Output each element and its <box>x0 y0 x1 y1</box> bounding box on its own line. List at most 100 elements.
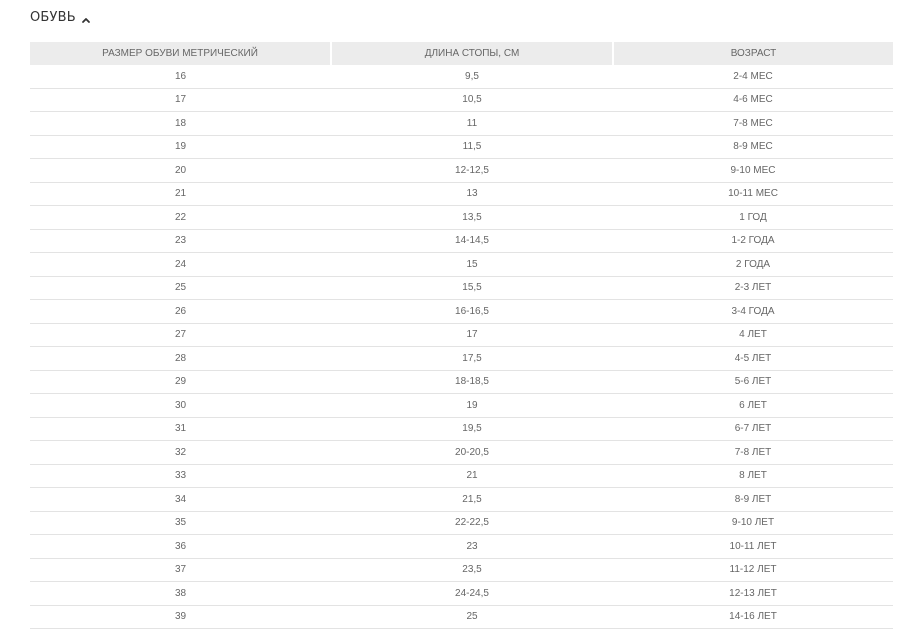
cell-foot-length: 11,5 <box>331 135 613 159</box>
cell-foot-length: 22-22,5 <box>331 511 613 535</box>
table-row: 35 22-22,5 9-10 ЛЕТ <box>30 511 893 535</box>
cell-age: 8-9 ЛЕТ <box>613 487 893 512</box>
table-row: 38 24-24,5 12-13 ЛЕТ <box>30 581 893 606</box>
section-title: ОБУВЬ <box>30 9 76 25</box>
table-header-row: РАЗМЕР ОБУВИ МЕТРИЧЕСКИЙ ДЛИНА СТОПЫ, СМ… <box>30 42 893 65</box>
cell-foot-length: 23,5 <box>331 558 613 582</box>
table-row: 33 21 8 ЛЕТ <box>30 464 893 488</box>
cell-age: 12-13 ЛЕТ <box>613 581 893 606</box>
cell-foot-length: 18-18,5 <box>331 370 613 394</box>
cell-age: 3-4 ГОДА <box>613 299 893 324</box>
cell-age: 8-9 МЕС <box>613 135 893 159</box>
cell-size: 31 <box>30 417 331 441</box>
table-row: 23 14-14,5 1-2 ГОДА <box>30 229 893 253</box>
table-row: 21 13 10-11 МЕС <box>30 182 893 206</box>
cell-age: 7-8 МЕС <box>613 111 893 136</box>
cell-size: 21 <box>30 182 331 206</box>
cell-age: 1-2 ГОДА <box>613 229 893 253</box>
table-row: 39 25 14-16 ЛЕТ <box>30 605 893 629</box>
cell-age: 10-11 ЛЕТ <box>613 534 893 559</box>
cell-foot-length: 15,5 <box>331 276 613 300</box>
cell-size: 30 <box>30 393 331 418</box>
cell-foot-length: 13,5 <box>331 205 613 230</box>
table-row: 19 11,5 8-9 МЕС <box>30 135 893 159</box>
cell-age: 5-6 ЛЕТ <box>613 370 893 394</box>
cell-age: 4 ЛЕТ <box>613 323 893 347</box>
cell-size: 16 <box>30 65 331 89</box>
cell-size: 39 <box>30 605 331 629</box>
cell-foot-length: 21 <box>331 464 613 488</box>
table-row: 28 17,5 4-5 ЛЕТ <box>30 346 893 371</box>
table-row: 32 20-20,5 7-8 ЛЕТ <box>30 440 893 465</box>
table-row: 20 12-12,5 9-10 МЕС <box>30 158 893 183</box>
cell-foot-length: 15 <box>331 252 613 277</box>
cell-size: 35 <box>30 511 331 535</box>
column-header-age: ВОЗРАСТ <box>613 42 893 65</box>
table-row: 37 23,5 11-12 ЛЕТ <box>30 558 893 582</box>
table-row: 17 10,5 4-6 МЕС <box>30 88 893 112</box>
cell-size: 33 <box>30 464 331 488</box>
cell-age: 9-10 МЕС <box>613 158 893 183</box>
cell-foot-length: 20-20,5 <box>331 440 613 465</box>
cell-age: 11-12 ЛЕТ <box>613 558 893 582</box>
chevron-up-icon[interactable] <box>81 12 91 23</box>
table-row: 26 16-16,5 3-4 ГОДА <box>30 299 893 324</box>
cell-age: 2-3 ЛЕТ <box>613 276 893 300</box>
cell-age: 2-4 МЕС <box>613 65 893 89</box>
table-row: 34 21,5 8-9 ЛЕТ <box>30 487 893 512</box>
table-row: 31 19,5 6-7 ЛЕТ <box>30 417 893 441</box>
cell-foot-length: 24-24,5 <box>331 581 613 606</box>
cell-foot-length: 21,5 <box>331 487 613 512</box>
table-row: 25 15,5 2-3 ЛЕТ <box>30 276 893 300</box>
table-row: 16 9,5 2-4 МЕС <box>30 65 893 89</box>
cell-age: 4-6 МЕС <box>613 88 893 112</box>
cell-foot-length: 13 <box>331 182 613 206</box>
cell-size: 38 <box>30 581 331 606</box>
cell-age: 6-7 ЛЕТ <box>613 417 893 441</box>
cell-foot-length: 11 <box>331 111 613 136</box>
cell-size: 29 <box>30 370 331 394</box>
table-row: 18 11 7-8 МЕС <box>30 111 893 136</box>
cell-size: 25 <box>30 276 331 300</box>
cell-size: 22 <box>30 205 331 230</box>
cell-size: 17 <box>30 88 331 112</box>
cell-size: 23 <box>30 229 331 253</box>
cell-size: 27 <box>30 323 331 347</box>
cell-foot-length: 25 <box>331 605 613 629</box>
cell-age: 1 ГОД <box>613 205 893 230</box>
table-row: 24 15 2 ГОДА <box>30 252 893 277</box>
cell-foot-length: 9,5 <box>331 65 613 89</box>
table-row: 22 13,5 1 ГОД <box>30 205 893 230</box>
column-header-foot-length: ДЛИНА СТОПЫ, СМ <box>331 42 614 65</box>
table-row: 29 18-18,5 5-6 ЛЕТ <box>30 370 893 394</box>
table-body: 16 9,5 2-4 МЕС 17 10,5 4-6 МЕС 18 11 7-8 МЕС 19 11… <box>30 65 893 629</box>
cell-age: 7-8 ЛЕТ <box>613 440 893 465</box>
cell-foot-length: 19,5 <box>331 417 613 441</box>
cell-size: 18 <box>30 111 331 136</box>
cell-foot-length: 23 <box>331 534 613 559</box>
table-row: 27 17 4 ЛЕТ <box>30 323 893 347</box>
cell-age: 9-10 ЛЕТ <box>613 511 893 535</box>
cell-size: 32 <box>30 440 331 465</box>
section-toggle[interactable]: ОБУВЬ <box>30 8 91 26</box>
cell-foot-length: 12-12,5 <box>331 158 613 183</box>
cell-size: 36 <box>30 534 331 559</box>
cell-foot-length: 17 <box>331 323 613 347</box>
cell-size: 20 <box>30 158 331 183</box>
cell-age: 4-5 ЛЕТ <box>613 346 893 371</box>
cell-size: 34 <box>30 487 331 512</box>
cell-foot-length: 14-14,5 <box>331 229 613 253</box>
cell-age: 2 ГОДА <box>613 252 893 277</box>
cell-age: 8 ЛЕТ <box>613 464 893 488</box>
cell-foot-length: 10,5 <box>331 88 613 112</box>
cell-size: 19 <box>30 135 331 159</box>
column-header-size: РАЗМЕР ОБУВИ МЕТРИЧЕСКИЙ <box>30 42 332 65</box>
cell-foot-length: 17,5 <box>331 346 613 371</box>
cell-age: 14-16 ЛЕТ <box>613 605 893 629</box>
cell-foot-length: 19 <box>331 393 613 418</box>
table-header: РАЗМЕР ОБУВИ МЕТРИЧЕСКИЙ ДЛИНА СТОПЫ, СМ… <box>30 42 893 65</box>
cell-age: 10-11 МЕС <box>613 182 893 206</box>
cell-age: 6 ЛЕТ <box>613 393 893 418</box>
cell-size: 26 <box>30 299 331 324</box>
cell-size: 28 <box>30 346 331 371</box>
